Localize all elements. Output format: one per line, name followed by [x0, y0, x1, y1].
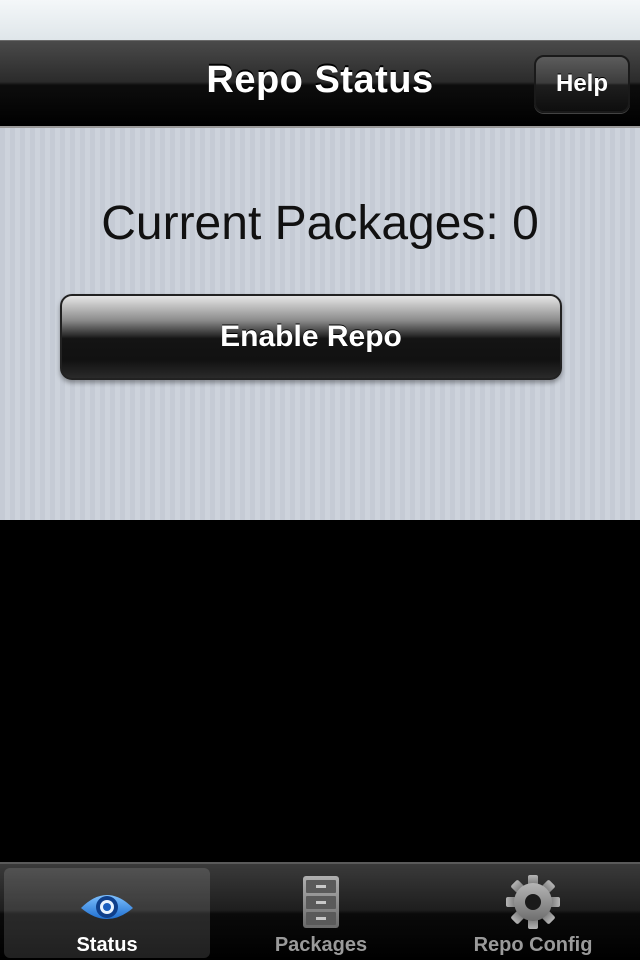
filing-cabinet-icon: [303, 876, 339, 928]
app-screen: Repo Status Help Current Packages: 0 Ena…: [0, 0, 640, 960]
tab-status-label: Status: [76, 934, 138, 956]
eye-icon: [81, 895, 133, 919]
help-button[interactable]: Help: [534, 55, 630, 113]
current-packages-label: Current Packages: 0: [101, 197, 539, 250]
tab-repo-config[interactable]: Repo Config: [430, 868, 636, 958]
tab-packages[interactable]: Packages: [216, 868, 426, 958]
navigation-bar: Repo Status Help: [0, 40, 640, 128]
tab-repo-config-label: Repo Config: [473, 934, 593, 956]
gear-icon: [506, 875, 560, 929]
tab-bar: Status Packages Repo Config: [0, 862, 640, 960]
status-bar: [0, 0, 640, 40]
status-content: Current Packages: 0 Enable Repo: [0, 128, 640, 520]
tab-status[interactable]: Status: [4, 868, 210, 958]
enable-repo-button[interactable]: Enable Repo: [60, 294, 562, 380]
tab-packages-label: Packages: [274, 934, 368, 956]
